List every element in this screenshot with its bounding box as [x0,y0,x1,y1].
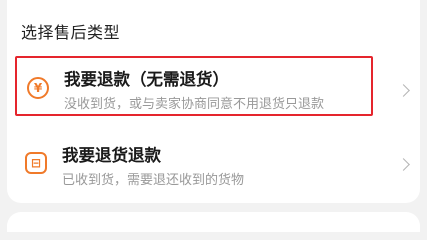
refund-only-option[interactable]: ¥ 我要退款（无需退货） 没收到货，或与卖家协商同意不用退货只退款 [15,56,373,116]
refund-only-subtitle: 没收到货，或与卖家协商同意不用退货只退款 [64,97,325,112]
next-card [7,212,420,232]
return-and-refund-title: 我要退货退款 [62,146,161,165]
chevron-right-icon[interactable] [397,158,410,171]
return-and-refund-option[interactable]: ⊟ 我要退货退款 已收到货，需要退还收到的货物 [15,137,373,197]
return-and-refund-subtitle: 已收到货，需要退还收到的货物 [62,173,245,188]
refund-only-title: 我要退款（无需退货） [64,70,229,89]
section-title: 选择售后类型 [21,23,121,42]
yuan-circle-icon: ¥ [27,77,49,99]
chevron-right-icon[interactable] [397,84,410,97]
package-return-icon: ⊟ [25,152,47,174]
after-sales-type-card: 选择售后类型 ¥ 我要退款（无需退货） 没收到货，或与卖家协商同意不用退货只退款… [7,0,420,203]
